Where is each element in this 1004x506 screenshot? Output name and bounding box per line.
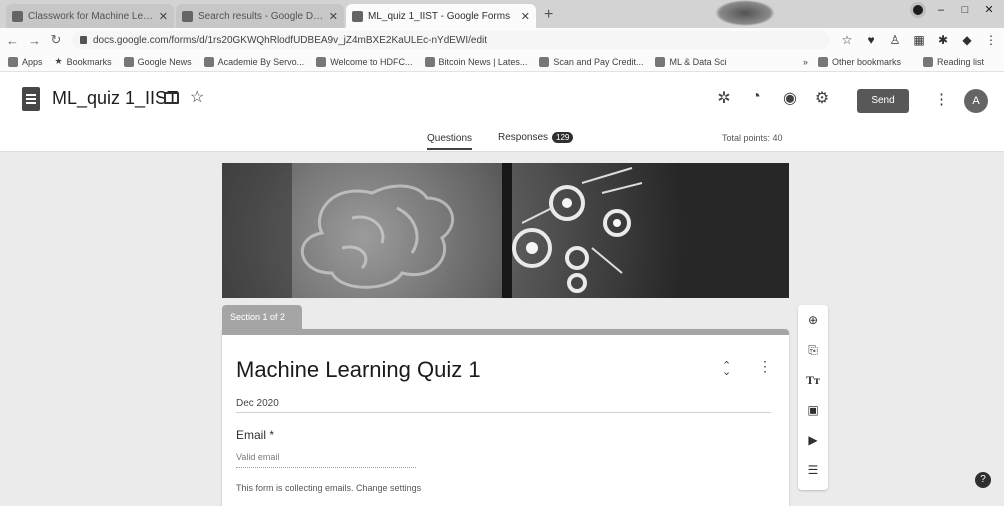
add-section-icon[interactable]: ☰ <box>798 463 828 477</box>
forms-favicon-icon <box>352 10 363 22</box>
divider <box>236 412 771 413</box>
profile-icon[interactable] <box>910 2 926 18</box>
browser-tab[interactable]: Classwork for Machine Learning ✕ <box>6 4 174 28</box>
browser-tabstrip: Classwork for Machine Learning ✕ Search … <box>0 0 1004 28</box>
form-description[interactable]: Dec 2020 <box>236 398 279 409</box>
more-vert-icon[interactable]: ⋮ <box>934 90 949 108</box>
star-icon[interactable]: ☆ <box>190 87 204 107</box>
folder-icon[interactable] <box>164 92 179 104</box>
close-icon[interactable]: ✕ <box>329 10 338 23</box>
email-label: Email * <box>236 428 275 442</box>
close-icon[interactable]: ✕ <box>521 10 530 23</box>
bookmark-apps[interactable]: Apps <box>8 56 43 67</box>
tab-questions[interactable]: Questions <box>427 133 473 150</box>
site-icon <box>316 56 327 67</box>
browser-tab-active[interactable]: ML_quiz 1_IIST - Google Forms ✕ <box>346 4 536 28</box>
back-icon[interactable]: ← <box>6 33 19 48</box>
form-canvas: Section 1 of 2 Machine Learning Quiz 1 ⌃… <box>0 152 1004 506</box>
form-title-card[interactable]: Machine Learning Quiz 1 ⌃ ⌄ ⋮ Dec 2020 Em… <box>222 329 789 506</box>
bookmark-folder[interactable]: ML & Data Sci <box>655 56 727 67</box>
star-icon: ★ <box>54 56 63 66</box>
browser-toolbar: ← → ↻ docs.google.com/forms/d/1rs20GKWQh… <box>0 28 1004 52</box>
bookmark-item[interactable]: ★ Bookmarks <box>55 56 112 67</box>
tab-responses[interactable]: Responses 129 <box>498 132 574 143</box>
quiz-title[interactable]: Machine Learning Quiz 1 <box>236 357 481 383</box>
avatar[interactable]: A <box>964 89 988 113</box>
extension-icon[interactable]: ♥ <box>864 33 878 47</box>
other-bookmarks[interactable]: Other bookmarks <box>817 57 901 67</box>
apps-grid-icon <box>8 56 18 67</box>
header-banner-image <box>222 163 789 298</box>
reading-list-icon <box>922 57 933 67</box>
scan-smudge <box>715 0 775 26</box>
classroom-favicon-icon <box>12 10 23 22</box>
add-image-icon[interactable]: ▣ <box>798 403 828 417</box>
bookmarks-bar: Apps ★ Bookmarks Google News Academie By… <box>0 52 1004 72</box>
bookmark-star-icon[interactable]: ☆ <box>840 33 854 47</box>
section-label: Section 1 of 2 <box>222 305 302 329</box>
maximize-icon[interactable]: □ <box>956 2 974 18</box>
forward-icon[interactable]: → <box>28 33 41 48</box>
add-title-icon[interactable]: Tт <box>798 373 828 388</box>
collapse-icon[interactable]: ⌃ ⌄ <box>722 361 731 378</box>
extension-icon[interactable]: ◆ <box>960 33 974 47</box>
add-question-icon[interactable]: ⊕ <box>798 313 828 327</box>
palette-icon[interactable]: ◔ <box>746 88 766 106</box>
site-icon <box>424 56 435 67</box>
bookmark-item[interactable]: Scan and Pay Credit... <box>539 56 643 67</box>
close-window-icon[interactable]: ✕ <box>980 2 998 18</box>
puzzle-icon[interactable]: ✱ <box>936 33 950 47</box>
help-icon[interactable]: ? <box>975 472 991 488</box>
bookmark-item[interactable]: Welcome to HDFC... <box>316 56 413 67</box>
browser-tab[interactable]: Search results - Google Drive ✕ <box>176 4 344 28</box>
bookmark-item[interactable]: Academie By Servo... <box>203 56 304 67</box>
bookmarks-right: » Other bookmarks Reading list <box>803 52 996 72</box>
site-icon <box>539 56 550 67</box>
chevron-right-icon[interactable]: » <box>803 57 808 67</box>
responses-count-badge: 129 <box>552 132 574 143</box>
forms-logo-icon[interactable] <box>22 87 40 111</box>
form-title[interactable]: ML_quiz 1_IIST <box>52 88 178 109</box>
reload-icon[interactable]: ↻ <box>50 32 62 48</box>
minimize-icon[interactable]: – <box>932 2 950 18</box>
menu-icon[interactable]: ⋮ <box>984 33 998 47</box>
import-questions-icon[interactable]: ⎘ <box>798 343 828 358</box>
eye-icon[interactable]: ◉ <box>780 88 800 108</box>
url-text: docs.google.com/forms/d/1rs20GKWQhRlodfU… <box>93 34 488 46</box>
more-vert-icon[interactable]: ⋮ <box>758 358 772 375</box>
bookmark-item[interactable]: Bitcoin News | Lates... <box>424 56 527 67</box>
side-toolbar: ⊕ ⎘ Tт ▣ ▶ ☰ <box>798 305 828 490</box>
extension-icon[interactable]: ▦ <box>912 33 926 47</box>
gear-icon[interactable]: ⚙ <box>812 88 832 108</box>
reading-list[interactable]: Reading list <box>922 57 984 67</box>
news-icon <box>123 56 134 67</box>
bookmark-item[interactable]: Google News <box>123 56 192 67</box>
add-video-icon[interactable]: ▶ <box>798 433 828 447</box>
send-button[interactable]: Send <box>857 89 909 113</box>
lock-icon <box>80 36 87 44</box>
window-controls: – □ ✕ <box>910 2 998 18</box>
collect-emails-note: This form is collecting emails. Change s… <box>236 483 422 493</box>
site-icon <box>203 56 214 67</box>
forms-header: ML_quiz 1_IIST ☆ ✲ ◔ ◉ ⚙ Send ⋮ A Questi… <box>0 72 1004 152</box>
email-field[interactable]: Valid email <box>236 452 416 468</box>
drive-favicon-icon <box>182 10 193 22</box>
folder-icon <box>655 56 666 67</box>
address-bar[interactable]: docs.google.com/forms/d/1rs20GKWQhRlodfU… <box>72 31 830 49</box>
total-points: Total points: 40 <box>722 133 783 143</box>
puzzle-icon[interactable]: ✲ <box>714 88 734 108</box>
extension-icon[interactable]: ♙ <box>888 33 902 47</box>
close-icon[interactable]: ✕ <box>159 10 168 23</box>
new-tab-button[interactable]: + <box>544 4 553 28</box>
folder-icon <box>817 57 828 67</box>
